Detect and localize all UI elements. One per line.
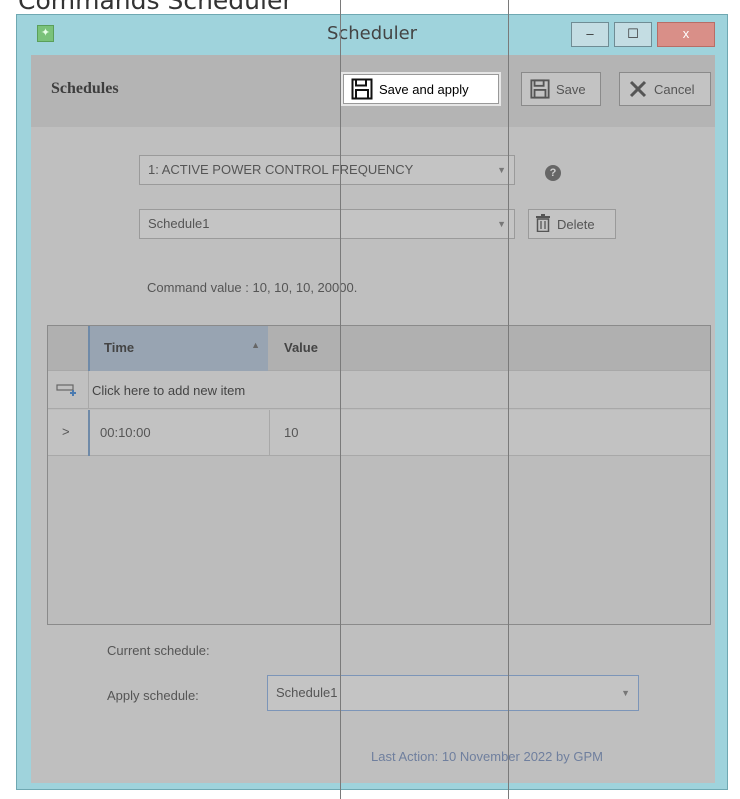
command-select[interactable]: 1: ACTIVE POWER CONTROL FREQUENCY ▼ [139,155,515,185]
help-icon[interactable]: ? [545,165,561,181]
floppy-disk-icon [351,78,373,100]
close-button[interactable]: x [657,22,715,47]
column-divider [269,410,270,456]
grid-header: Time ▲ Value [48,326,710,371]
row-indicator-icon: > [62,424,70,439]
trash-icon [535,213,551,235]
add-new-item-row[interactable]: Click here to add new item [48,371,710,409]
guide-line [508,0,509,799]
row-selection-marker [88,410,90,456]
last-action-text: Last Action: 10 November 2022 by GPM [371,749,603,764]
schedule-select[interactable]: Schedule1 ▼ [139,209,515,239]
column-header-time-label: Time [104,340,135,355]
minimize-button[interactable]: – [571,22,609,47]
scheduler-window: ✦ Scheduler – ☐ x Schedules Save and app… [16,14,728,790]
cancel-button[interactable]: Cancel [619,72,711,106]
title-bar: ✦ Scheduler – ☐ x [17,15,727,55]
guide-line [340,0,341,799]
add-row-icon [56,383,78,402]
dialog-body: Schedules Save and apply Save Cancel 1: … [31,55,715,783]
column-divider [88,371,89,409]
apply-schedule-value: Schedule1 [276,685,338,700]
cancel-label: Cancel [654,81,695,97]
command-select-value: 1: ACTIVE POWER CONTROL FREQUENCY [148,162,414,177]
current-schedule-label: Current schedule: [107,643,210,658]
sort-ascending-icon: ▲ [251,340,260,350]
save-and-apply-label: Save and apply [379,81,469,97]
delete-label: Delete [557,216,595,232]
section-title: Schedules [51,80,119,97]
maximize-button[interactable]: ☐ [614,22,652,47]
floppy-disk-icon [530,79,550,99]
chevron-down-icon: ▼ [621,688,630,698]
schedule-select-value: Schedule1 [148,216,210,231]
add-new-item-text: Click here to add new item [92,383,246,398]
toolbar: Schedules Save and apply Save Cancel [31,55,715,127]
schedule-grid: Time ▲ Value Click here to add new item … [47,325,711,625]
delete-button[interactable]: Delete [528,209,616,239]
cell-time[interactable]: 00:10:00 [100,425,151,440]
column-header-value[interactable]: Value [284,340,318,355]
save-button[interactable]: Save [521,72,601,106]
chevron-down-icon: ▼ [497,165,506,175]
chevron-down-icon: ▼ [497,219,506,229]
apply-schedule-label: Apply schedule: [107,688,199,703]
column-header-time[interactable]: Time ▲ [88,326,268,371]
apply-schedule-select[interactable]: Schedule1 ▼ [267,675,639,711]
save-label: Save [556,81,586,97]
table-row[interactable]: > 00:10:00 10 [48,410,710,456]
cell-value[interactable]: 10 [284,425,298,440]
command-value-text: Command value : 10, 10, 10, 20000. [147,280,358,295]
save-and-apply-button[interactable]: Save and apply [341,72,501,106]
x-icon [628,79,648,99]
